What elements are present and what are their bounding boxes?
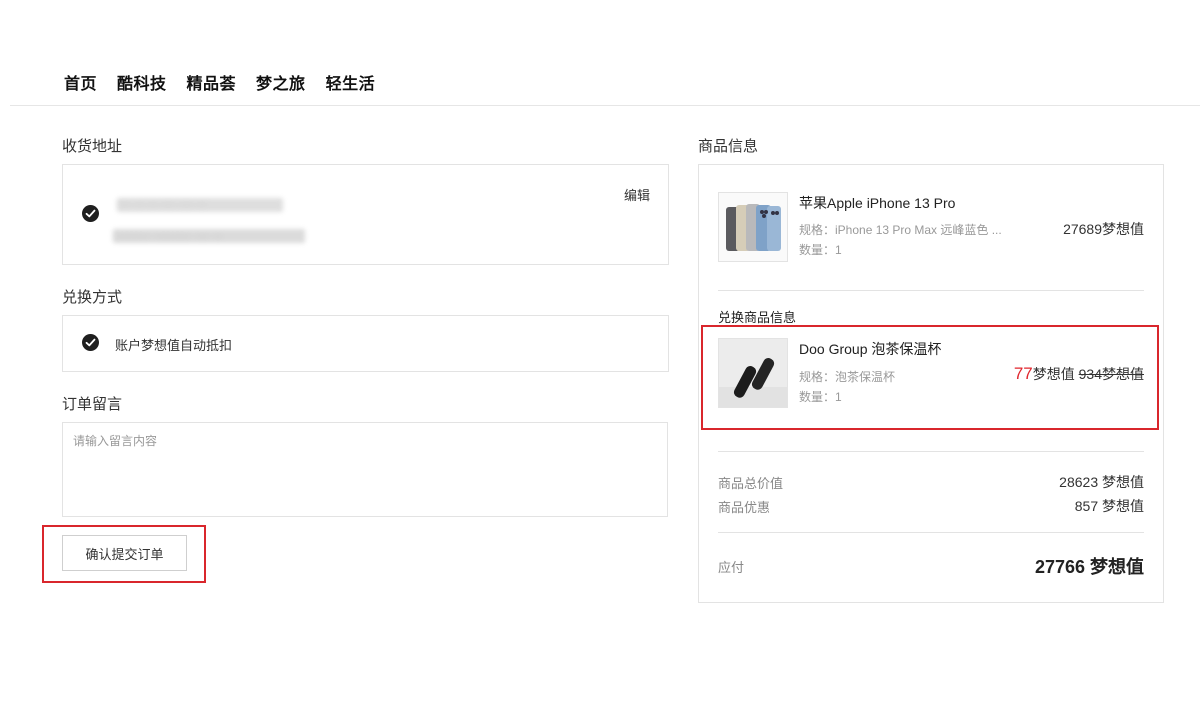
main-product-name[interactable]: 苹果Apple iPhone 13 Pro [799, 193, 955, 213]
exchange-product-spec: 规格：泡茶保温杯 [799, 370, 896, 384]
exchange-product-row: Doo Group 泡茶保温杯 规格：泡茶保温杯 数量：1 77梦想值 934梦… [718, 338, 1144, 408]
discount-label: 商品优惠 [718, 500, 771, 515]
main-product-qty: 数量：1 [799, 243, 842, 257]
exchange-price-unit: 梦想值 [1032, 366, 1075, 382]
iphone-product-image[interactable] [718, 192, 788, 262]
exchange-product-price: 77梦想值 934梦想值 [1014, 364, 1144, 384]
address-detail-mask [113, 229, 305, 243]
exchange-price-now: 77 [1013, 364, 1033, 383]
exchange-product-name[interactable]: Doo Group 泡茶保温杯 [799, 339, 941, 359]
nav-dream-trip[interactable]: 梦之旅 [256, 70, 306, 94]
nav-cool-tech[interactable]: 酷科技 [117, 70, 167, 94]
total-value-label: 商品总价值 [718, 476, 784, 491]
main-product-row: 苹果Apple iPhone 13 Pro 规格：iPhone 13 Pro M… [718, 192, 1144, 262]
payable-value: 27766 梦想值 [1034, 557, 1144, 577]
divider [718, 451, 1144, 452]
exchange-product-qty: 数量：1 [799, 390, 842, 404]
product-info-title: 商品信息 [698, 138, 759, 155]
divider [718, 290, 1144, 291]
note-section-title: 订单留言 [62, 396, 123, 413]
address-card[interactable]: ··· ·· ·· ··· ··· ·· ········ ········ ·… [62, 164, 669, 265]
exchange-price-original: 934梦想值 [1078, 366, 1144, 382]
check-circle-icon [82, 334, 99, 351]
address-section-title: 收货地址 [62, 138, 123, 155]
total-value: 28623 梦想值 [1059, 474, 1144, 490]
divider [718, 532, 1144, 533]
exchange-method-card[interactable]: 账户梦想值自动抵扣 [62, 315, 669, 372]
discount-value: 857 梦想值 [1074, 498, 1144, 514]
exchange-method-label: 账户梦想值自动抵扣 [115, 338, 233, 353]
exchange-product-title: 兑换商品信息 [718, 310, 797, 325]
main-product-spec: 规格：iPhone 13 Pro Max 远峰蓝色 ... [799, 223, 1002, 237]
submit-order-button[interactable]: 确认提交订单 [62, 535, 187, 571]
nav-boutique[interactable]: 精品荟 [187, 70, 237, 94]
order-note-input[interactable] [62, 422, 668, 517]
nav-home[interactable]: 首页 [64, 70, 97, 94]
nav-light-life[interactable]: 轻生活 [326, 70, 376, 94]
check-circle-icon [82, 205, 99, 222]
payable-label: 应付 [718, 560, 745, 575]
nav-divider [10, 105, 1200, 106]
main-product-price: 27689梦想值 [1063, 221, 1144, 237]
address-recipient-mask [117, 198, 283, 212]
edit-address-link[interactable]: 编辑 [624, 185, 650, 204]
thermos-product-image[interactable] [718, 338, 788, 408]
top-nav: 首页 酷科技 精品荟 梦之旅 轻生活 [64, 70, 375, 94]
exchange-section-title: 兑换方式 [62, 289, 123, 306]
